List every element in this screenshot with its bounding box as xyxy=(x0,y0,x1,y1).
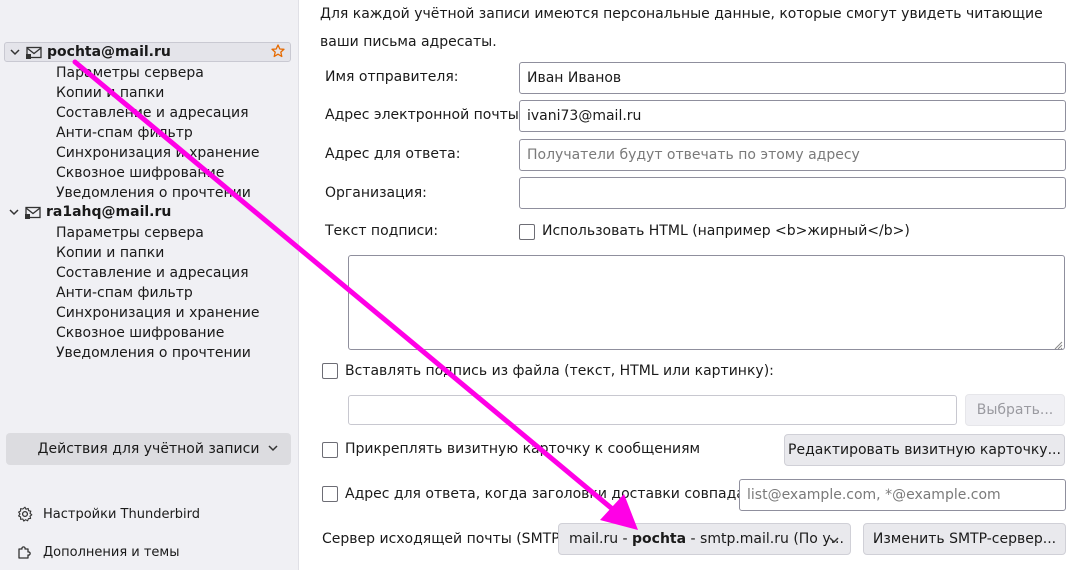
thunderbird-settings-link[interactable]: Настройки Thunderbird xyxy=(16,505,200,523)
account-name: pochta@mail.ru xyxy=(47,44,171,60)
account-name: ra1ahq@mail.ru xyxy=(46,204,172,220)
use-html-label: Использовать HTML (например <b>жирный</b… xyxy=(542,223,910,239)
vcard-label: Прикреплять визитную карточку к сообщени… xyxy=(345,441,701,457)
sender-name-label: Имя отправителя: xyxy=(325,69,459,85)
chevron-down-icon[interactable] xyxy=(7,205,21,219)
sidebar-item-e2e[interactable]: Сквозное шифрование xyxy=(56,163,224,183)
default-account-star-icon xyxy=(271,44,285,58)
smtp-label: Сервер исходящей почты (SMTP) xyxy=(322,531,566,547)
gear-icon xyxy=(16,505,34,523)
mail-account-icon xyxy=(26,45,42,59)
account-sidebar: pochta@mail.ru Параметры сервера Копии и… xyxy=(0,0,299,570)
account-actions-button[interactable]: Действия для учётной записи xyxy=(6,433,291,465)
sidebar-item-composition[interactable]: Составление и адресация xyxy=(56,263,249,283)
addons-themes-label: Дополнения и темы xyxy=(43,544,180,560)
resize-grip-icon[interactable] xyxy=(1053,338,1063,350)
signature-label: Текст подписи: xyxy=(325,223,439,239)
chevron-down-icon xyxy=(828,534,840,550)
reply-match-field[interactable]: list@example.com, *@example.com xyxy=(739,479,1066,511)
account-row-ra1ahq[interactable]: ra1ahq@mail.ru xyxy=(4,202,291,222)
edit-vcard-button[interactable]: Редактировать визитную карточку... xyxy=(784,434,1065,466)
identity-description: Для каждой учётной записи имеются персон… xyxy=(320,6,1043,50)
edit-smtp-button[interactable]: Изменить SMTP-сервер... xyxy=(863,523,1066,555)
account-actions-label: Действия для учётной записи xyxy=(37,441,260,457)
chevron-down-icon xyxy=(267,442,279,458)
reply-to-field[interactable]: Получатели будут отвечать по этому адрес… xyxy=(519,139,1066,171)
choose-file-button[interactable]: Выбрать... xyxy=(965,394,1065,426)
sidebar-item-junk[interactable]: Анти-спам фильтр xyxy=(56,123,193,143)
vcard-checkbox[interactable] xyxy=(322,442,338,458)
sidebar-item-server-settings[interactable]: Параметры сервера xyxy=(56,63,204,83)
sig-from-file-label: Вставлять подпись из файла (текст, HTML … xyxy=(345,363,774,379)
sidebar-item-server-settings[interactable]: Параметры сервера xyxy=(56,223,204,243)
reply-to-label: Адрес для ответа: xyxy=(325,146,461,162)
chevron-down-icon[interactable] xyxy=(8,45,22,59)
sidebar-item-sync-storage[interactable]: Синхронизация и хранение xyxy=(56,143,259,163)
addons-themes-link[interactable]: Дополнения и темы xyxy=(16,543,180,561)
signature-textarea[interactable] xyxy=(348,255,1065,350)
account-row-pochta[interactable]: pochta@mail.ru xyxy=(4,42,291,62)
thunderbird-settings-label: Настройки Thunderbird xyxy=(43,506,201,522)
reply-match-label: Адрес для ответа, когда заголовки достав… xyxy=(345,486,770,502)
reply-match-checkbox[interactable] xyxy=(322,486,338,502)
sidebar-item-copies-folders[interactable]: Копии и папки xyxy=(56,243,164,263)
organization-label: Организация: xyxy=(325,185,427,201)
email-field[interactable]: ivani73@mail.ru xyxy=(519,100,1066,132)
sidebar-item-junk[interactable]: Анти-спам фильтр xyxy=(56,283,193,303)
smtp-server-select[interactable]: mail.ru - pochta - smtp.mail.ru (По у... xyxy=(558,523,851,555)
sidebar-item-copies-folders[interactable]: Копии и папки xyxy=(56,83,164,103)
sender-name-field[interactable]: Иван Иванов xyxy=(519,62,1066,94)
sidebar-item-sync-storage[interactable]: Синхронизация и хранение xyxy=(56,303,259,323)
smtp-value-account: pochta xyxy=(632,531,687,547)
puzzle-piece-icon xyxy=(16,543,34,561)
sidebar-item-composition[interactable]: Составление и адресация xyxy=(56,103,249,123)
mail-account-icon xyxy=(25,205,41,219)
use-html-checkbox[interactable] xyxy=(519,224,535,240)
account-settings-panel: Для каждой учётной записи имеются персон… xyxy=(299,0,1087,570)
sig-file-path-field[interactable] xyxy=(348,395,957,425)
sidebar-item-receipts[interactable]: Уведомления о прочтении xyxy=(56,183,251,203)
organization-field[interactable] xyxy=(519,177,1066,209)
sidebar-item-receipts[interactable]: Уведомления о прочтении xyxy=(56,343,251,363)
sidebar-item-e2e[interactable]: Сквозное шифрование xyxy=(56,323,224,343)
sig-from-file-checkbox[interactable] xyxy=(322,363,338,379)
smtp-value-prefix: mail.ru - xyxy=(569,531,633,547)
email-label: Адрес электронной почты: xyxy=(325,107,524,123)
smtp-value-suffix: - smtp.mail.ru (По у... xyxy=(686,531,844,547)
